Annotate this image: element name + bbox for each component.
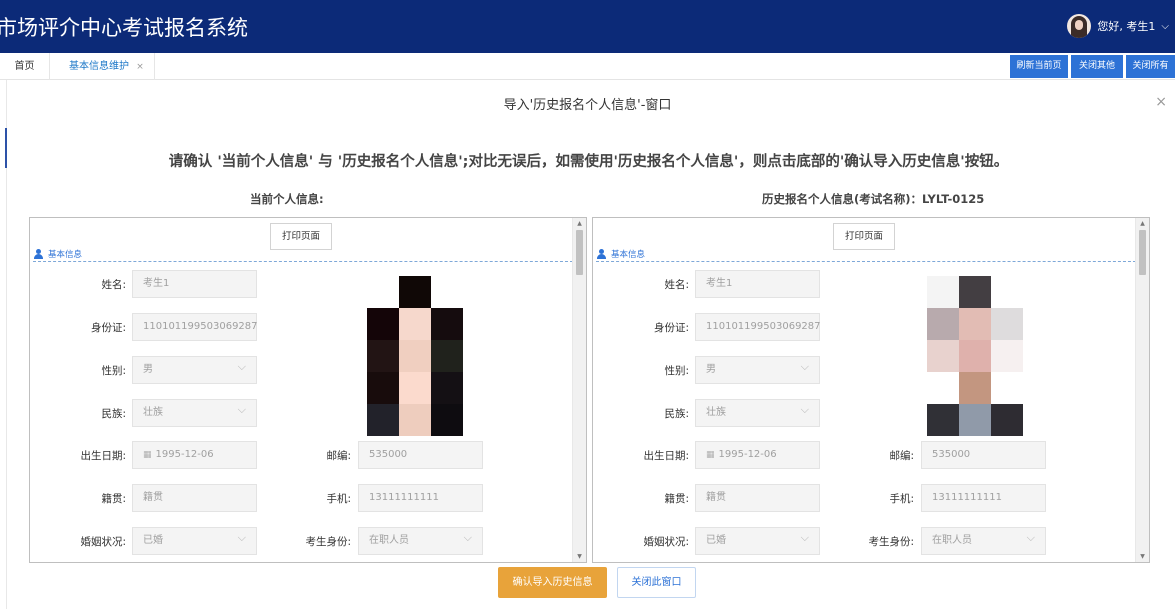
scroll-down-icon[interactable]: ▼ xyxy=(573,553,586,560)
scroll-up-icon[interactable]: ▲ xyxy=(573,220,586,227)
native-place-field[interactable]: 籍贯 xyxy=(132,484,257,512)
birth-date-label: 出生日期: xyxy=(80,450,126,462)
birth-date-label: 出生日期: xyxy=(643,450,689,462)
tab-basic-info[interactable]: 基本信息维护 × xyxy=(50,53,155,80)
ethnicity-label: 民族: xyxy=(101,408,126,420)
applicant-photo xyxy=(927,276,1023,436)
ethnicity-select[interactable]: 壮族 xyxy=(695,397,820,427)
phone-label: 手机: xyxy=(889,493,914,505)
ethnicity-select[interactable]: 壮族 xyxy=(132,397,257,427)
id-field[interactable]: 110101199503069287 xyxy=(132,313,258,341)
gender-select[interactable]: 男 xyxy=(695,354,820,384)
marital-status-select[interactable]: 已婚 xyxy=(695,525,820,555)
close-icon[interactable]: × xyxy=(1155,94,1167,110)
section-basic-info: 基本信息 xyxy=(34,248,82,260)
birth-date-value: 1995-12-06 xyxy=(155,449,214,460)
user-greeting: 您好, 考生1 xyxy=(1097,20,1156,33)
scroll-up-icon[interactable]: ▲ xyxy=(1136,220,1149,227)
confirm-import-button[interactable]: 确认导入历史信息 xyxy=(498,567,607,598)
birth-date-value: 1995-12-06 xyxy=(718,449,777,460)
name-label: 姓名: xyxy=(101,279,126,291)
scroll-thumb[interactable] xyxy=(1139,230,1146,275)
phone-label: 手机: xyxy=(326,493,351,505)
print-page-button[interactable]: 打印页面 xyxy=(833,223,895,250)
birth-date-field[interactable]: ▦ 1995-12-06 xyxy=(695,441,820,469)
calendar-icon: ▦ xyxy=(706,450,715,460)
zip-label: 邮编: xyxy=(326,450,351,462)
refresh-page-button[interactable]: 刷新当前页 xyxy=(1010,55,1068,78)
applicant-photo xyxy=(367,276,463,436)
calendar-icon: ▦ xyxy=(143,450,152,460)
app-title: 市场评介中心考试报名系统 xyxy=(0,16,248,40)
close-all-button[interactable]: 关闭所有 xyxy=(1126,55,1175,78)
id-label: 身份证: xyxy=(653,322,689,334)
id-field[interactable]: 110101199503069287 xyxy=(695,313,821,341)
window-title: 导入'历史报名个人信息'-窗口 xyxy=(503,98,672,113)
name-label: 姓名: xyxy=(664,279,689,291)
phone-field[interactable]: 13111111111 xyxy=(358,484,483,512)
current-info-panel[interactable]: 打印页面 基本信息 姓名: 考生1 身份证: 11010119950306928… xyxy=(29,217,587,563)
scroll-thumb[interactable] xyxy=(576,230,583,275)
candidate-identity-select[interactable]: 在职人员 xyxy=(921,525,1046,555)
birth-date-field[interactable]: ▦ 1995-12-06 xyxy=(132,441,257,469)
marital-status-label: 婚姻状况: xyxy=(80,536,126,548)
gender-label: 性别: xyxy=(664,365,689,377)
native-place-label: 籍贯: xyxy=(664,493,689,505)
gender-select[interactable]: 男 xyxy=(132,354,257,384)
zip-label: 邮编: xyxy=(889,450,914,462)
close-window-button[interactable]: 关闭此窗口 xyxy=(617,567,696,598)
scrollbar[interactable]: ▲ ▼ xyxy=(1135,218,1149,562)
section-divider xyxy=(33,261,573,262)
ethnicity-label: 民族: xyxy=(664,408,689,420)
marital-status-label: 婚姻状况: xyxy=(643,536,689,548)
native-place-field[interactable]: 籍贯 xyxy=(695,484,820,512)
name-field[interactable]: 考生1 xyxy=(695,270,820,298)
user-menu[interactable]: 您好, 考生1 ⌵ xyxy=(1067,14,1169,38)
user-section-icon xyxy=(34,249,45,259)
section-label: 基本信息 xyxy=(611,250,646,260)
history-info-heading: 历史报名个人信息(考试名称)：LYLT-0125 xyxy=(762,192,985,206)
current-info-heading: 当前个人信息: xyxy=(250,192,324,206)
tab-home[interactable]: 首页 xyxy=(0,53,50,80)
user-section-icon xyxy=(597,249,608,259)
zip-field[interactable]: 535000 xyxy=(358,441,483,469)
user-avatar-icon xyxy=(1067,14,1092,38)
scrollbar[interactable]: ▲ ▼ xyxy=(572,218,586,562)
phone-field[interactable]: 13111111111 xyxy=(921,484,1046,512)
section-divider xyxy=(596,261,1136,262)
print-page-button[interactable]: 打印页面 xyxy=(270,223,332,250)
zip-field[interactable]: 535000 xyxy=(921,441,1046,469)
candidate-identity-label: 考生身份: xyxy=(305,536,351,548)
gender-label: 性别: xyxy=(101,365,126,377)
id-label: 身份证: xyxy=(90,322,126,334)
section-basic-info: 基本信息 xyxy=(597,248,645,260)
history-info-panel[interactable]: 打印页面 基本信息 姓名: 考生1 身份证: 11010119950306928… xyxy=(592,217,1150,563)
chevron-down-icon: ⌵ xyxy=(1161,20,1169,32)
top-bar: 市场评介中心考试报名系统 您好, 考生1 ⌵ xyxy=(0,0,1175,53)
close-others-button[interactable]: 关闭其他 xyxy=(1071,55,1123,78)
candidate-identity-label: 考生身份: xyxy=(868,536,914,548)
instruction-text: 请确认 '当前个人信息' 与 '历史报名个人信息';对比无误后，如需使用'历史报… xyxy=(168,154,1009,170)
tab-label: 基本信息维护 xyxy=(69,61,129,72)
marital-status-select[interactable]: 已婚 xyxy=(132,525,257,555)
tab-close-icon[interactable]: × xyxy=(136,62,144,72)
scroll-down-icon[interactable]: ▼ xyxy=(1136,553,1149,560)
tab-bar: 首页 基本信息维护 × 刷新当前页 关闭其他 关闭所有 xyxy=(0,53,1175,80)
name-field[interactable]: 考生1 xyxy=(132,270,257,298)
section-label: 基本信息 xyxy=(48,250,83,260)
native-place-label: 籍贯: xyxy=(101,493,126,505)
candidate-identity-select[interactable]: 在职人员 xyxy=(358,525,483,555)
